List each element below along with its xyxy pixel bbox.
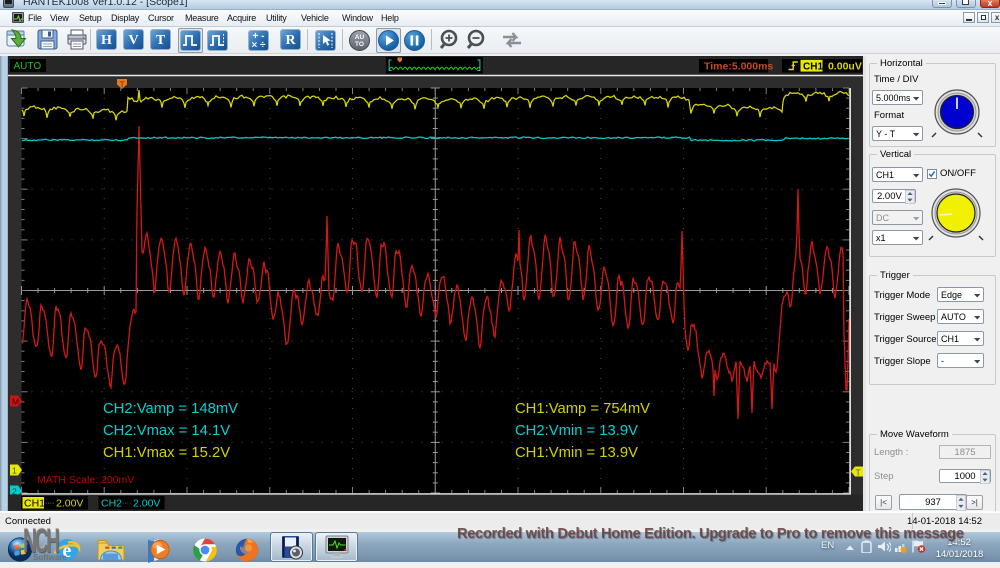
svg-text:M: M [12,397,19,407]
svg-text:0.00uV: 0.00uV [828,61,862,73]
svg-text:CH2:Vmin = 13.9V: CH2:Vmin = 13.9V [515,423,638,439]
svg-text:CH1: CH1 [24,498,45,510]
svg-text:MATH Scale: 200mV: MATH Scale: 200mV [37,474,134,486]
svg-text:····: ···· [122,500,131,507]
svg-text:T: T [856,468,861,478]
svg-text:····: ···· [45,500,54,507]
svg-text:CH1:Vmax = 15.2V: CH1:Vmax = 15.2V [103,445,230,461]
svg-text:CH1: CH1 [803,61,823,72]
svg-text:CH1:Vamp = 754mV: CH1:Vamp = 754mV [515,401,650,417]
svg-text:2.00V: 2.00V [133,498,160,510]
svg-text:CH2:Vmax = 14.1V: CH2:Vmax = 14.1V [103,423,230,439]
svg-text:CH2:Vamp = 148mV: CH2:Vamp = 148mV [103,401,238,417]
svg-text:2.00V: 2.00V [56,498,83,510]
svg-text:AUTO: AUTO [14,61,42,72]
svg-text:1: 1 [12,466,17,476]
svg-text:Time:5.000ms: Time:5.000ms [704,61,773,73]
svg-text:CH1:Vmin = 13.9V: CH1:Vmin = 13.9V [515,445,638,461]
svg-text:CH2: CH2 [101,498,122,510]
svg-text:T: T [120,80,125,90]
